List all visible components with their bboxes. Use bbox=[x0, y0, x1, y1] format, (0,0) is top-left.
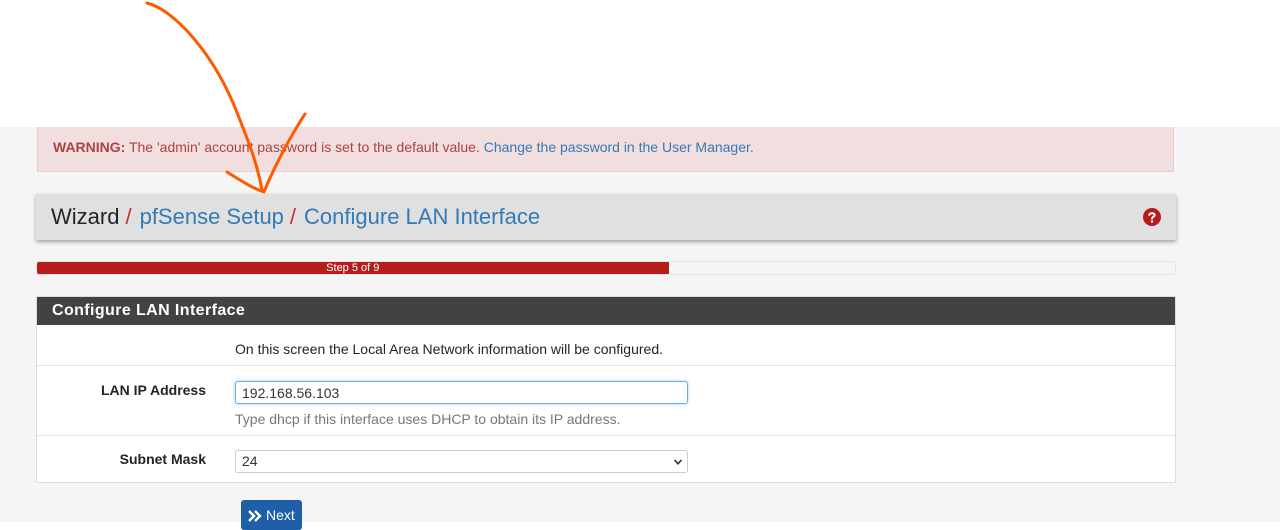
breadcrumb-pfsense-setup[interactable]: pfSense Setup bbox=[140, 204, 284, 229]
lan-ip-row: LAN IP Address Type dhcp if this interfa… bbox=[37, 366, 1175, 436]
breadcrumb-separator: / bbox=[125, 204, 132, 229]
lan-ip-help: Type dhcp if this interface uses DHCP to… bbox=[235, 411, 621, 427]
subnet-mask-label: Subnet Mask bbox=[119, 451, 206, 467]
progress-bar-fill: Step 5 of 9 bbox=[37, 262, 669, 274]
wizard-progress: Step 5 of 9 bbox=[36, 261, 1176, 275]
breadcrumb-separator: / bbox=[289, 204, 297, 229]
intro-text: On this screen the Local Area Network in… bbox=[235, 341, 663, 357]
chevron-down-icon bbox=[673, 459, 683, 465]
help-icon[interactable] bbox=[1143, 208, 1161, 226]
warning-label: WARNING: bbox=[53, 139, 126, 155]
breadcrumb-wizard: Wizard bbox=[51, 204, 120, 229]
subnet-mask-row: Subnet Mask 24 bbox=[37, 436, 1175, 484]
breadcrumb: Wizard / pfSense Setup / Configure LAN Inter… bbox=[36, 194, 1176, 240]
double-chevron-right-icon bbox=[248, 510, 262, 522]
lan-config-panel: Configure LAN Interface On this screen t… bbox=[36, 296, 1176, 483]
breadcrumb-configure-lan[interactable]: Configure LAN Interface bbox=[304, 204, 540, 229]
lan-ip-label: LAN IP Address bbox=[100, 382, 206, 398]
intro-row: On this screen the Local Area Network in… bbox=[37, 325, 1175, 366]
subnet-mask-value: 24 bbox=[242, 453, 258, 469]
change-password-link[interactable]: Change the password in the User Manager. bbox=[484, 139, 754, 155]
subnet-mask-select[interactable]: 24 bbox=[235, 450, 688, 473]
top-blank-area bbox=[0, 0, 1280, 127]
warning-message: The 'admin' account password is set to t… bbox=[128, 139, 480, 155]
panel-title: Configure LAN Interface bbox=[37, 297, 1175, 325]
next-button-label: Next bbox=[266, 507, 295, 523]
next-button[interactable]: Next bbox=[241, 500, 302, 530]
lan-ip-input[interactable] bbox=[235, 381, 688, 404]
warning-alert: WARNING: The 'admin' account password is… bbox=[37, 127, 1174, 172]
